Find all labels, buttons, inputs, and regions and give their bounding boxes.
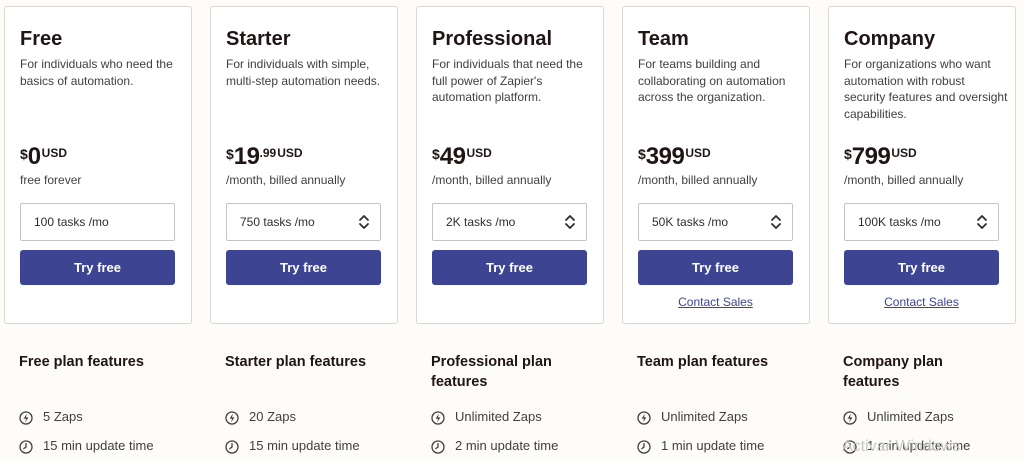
billing-period: /month, billed annually xyxy=(638,173,758,187)
price-currency-symbol: $ xyxy=(226,146,234,162)
plan-card-team: Team For teams building and collaborating… xyxy=(622,6,810,324)
plan-card-free: Free For individuals who need the basics … xyxy=(4,6,192,324)
price-currency-unit: USD xyxy=(685,146,711,160)
task-volume-value: 100 tasks /mo xyxy=(34,215,109,229)
plan-name: Company xyxy=(844,28,936,50)
task-volume-select[interactable]: 100 tasks /mo xyxy=(20,203,175,241)
price-cents: .99 xyxy=(259,146,277,160)
price-amount: 799 xyxy=(851,143,891,170)
billing-period: /month, billed annually xyxy=(844,173,964,187)
plan-price: $0USD xyxy=(20,143,67,171)
try-free-button[interactable]: Try free xyxy=(432,250,587,285)
plan-description: For teams building and collaborating on … xyxy=(638,57,786,104)
plan-price: $19.99USD xyxy=(226,143,303,171)
price-currency-symbol: $ xyxy=(844,146,852,162)
plan-name: Professional xyxy=(432,28,553,50)
plan-description: For organizations who want automation wi… xyxy=(844,57,1008,121)
plan-description: For individuals with simple, multi-step … xyxy=(226,57,381,88)
price-currency-symbol: $ xyxy=(20,146,28,162)
try-free-button[interactable]: Try free xyxy=(226,250,381,285)
features-title: Starter plan features xyxy=(225,354,367,370)
plan-name: Free xyxy=(20,28,63,50)
feature-label: 2 min update time xyxy=(455,438,559,453)
task-volume-value: 100K tasks /mo xyxy=(858,215,941,229)
task-volume-value: 50K tasks /mo xyxy=(652,215,729,229)
task-volume-select[interactable]: 50K tasks /mo xyxy=(638,203,793,241)
price-currency-unit: USD xyxy=(466,146,492,160)
try-free-button[interactable]: Try free xyxy=(638,250,793,285)
feature-label: Unlimited Zaps xyxy=(661,409,748,424)
billing-period: free forever xyxy=(20,173,82,187)
billing-period: /month, billed annually xyxy=(432,173,552,187)
price-currency-symbol: $ xyxy=(638,146,646,162)
price-amount: 0 xyxy=(27,143,41,170)
plan-card-company: Company For organizations who want automa… xyxy=(828,6,1016,324)
price-amount: 19 xyxy=(233,143,260,170)
price-amount: 399 xyxy=(645,143,685,170)
task-volume-value: 750 tasks /mo xyxy=(240,215,315,229)
feature-label: 15 min update time xyxy=(43,438,154,453)
feature-label: 1 min update time xyxy=(867,438,971,453)
chevron-up-down-icon xyxy=(564,213,576,231)
plan-card-professional: Professional For individuals that need th… xyxy=(416,6,604,324)
price-currency-unit: USD xyxy=(277,146,303,160)
plan-name: Starter xyxy=(226,28,291,50)
price-currency-symbol: $ xyxy=(432,146,440,162)
plan-name: Team xyxy=(638,28,689,50)
price-currency-unit: USD xyxy=(891,146,917,160)
features-title: Company plan features xyxy=(843,354,943,390)
task-volume-select[interactable]: 2K tasks /mo xyxy=(432,203,587,241)
contact-sales-link[interactable]: Contact Sales xyxy=(638,295,793,309)
features-title: Free plan features xyxy=(19,354,144,370)
feature-label: Unlimited Zaps xyxy=(867,409,954,424)
plan-price: $399USD xyxy=(638,143,711,171)
features-title: Professional plan features xyxy=(431,354,552,390)
features-title: Team plan features xyxy=(637,354,769,370)
try-free-button[interactable]: Try free xyxy=(844,250,999,285)
feature-label: 15 min update time xyxy=(249,438,360,453)
chevron-up-down-icon xyxy=(358,213,370,231)
plan-description: For individuals who need the basics of a… xyxy=(20,57,173,88)
feature-label: Unlimited Zaps xyxy=(455,409,542,424)
feature-label: 1 min update time xyxy=(661,438,765,453)
plan-price: $799USD xyxy=(844,143,917,171)
feature-label: 20 Zaps xyxy=(249,409,296,424)
plan-price: $49USD xyxy=(432,143,492,171)
task-volume-value: 2K tasks /mo xyxy=(446,215,516,229)
try-free-button[interactable]: Try free xyxy=(20,250,175,285)
chevron-up-down-icon xyxy=(976,213,988,231)
plan-description: For individuals that need the full power… xyxy=(432,57,583,104)
feature-label: 5 Zaps xyxy=(43,409,83,424)
billing-period: /month, billed annually xyxy=(226,173,346,187)
contact-sales-link[interactable]: Contact Sales xyxy=(844,295,999,309)
plan-card-starter: Starter For individuals with simple, mult… xyxy=(210,6,398,324)
price-currency-unit: USD xyxy=(41,146,67,160)
price-amount: 49 xyxy=(439,143,466,170)
task-volume-select[interactable]: 750 tasks /mo xyxy=(226,203,381,241)
task-volume-select[interactable]: 100K tasks /mo xyxy=(844,203,999,241)
chevron-up-down-icon xyxy=(770,213,782,231)
